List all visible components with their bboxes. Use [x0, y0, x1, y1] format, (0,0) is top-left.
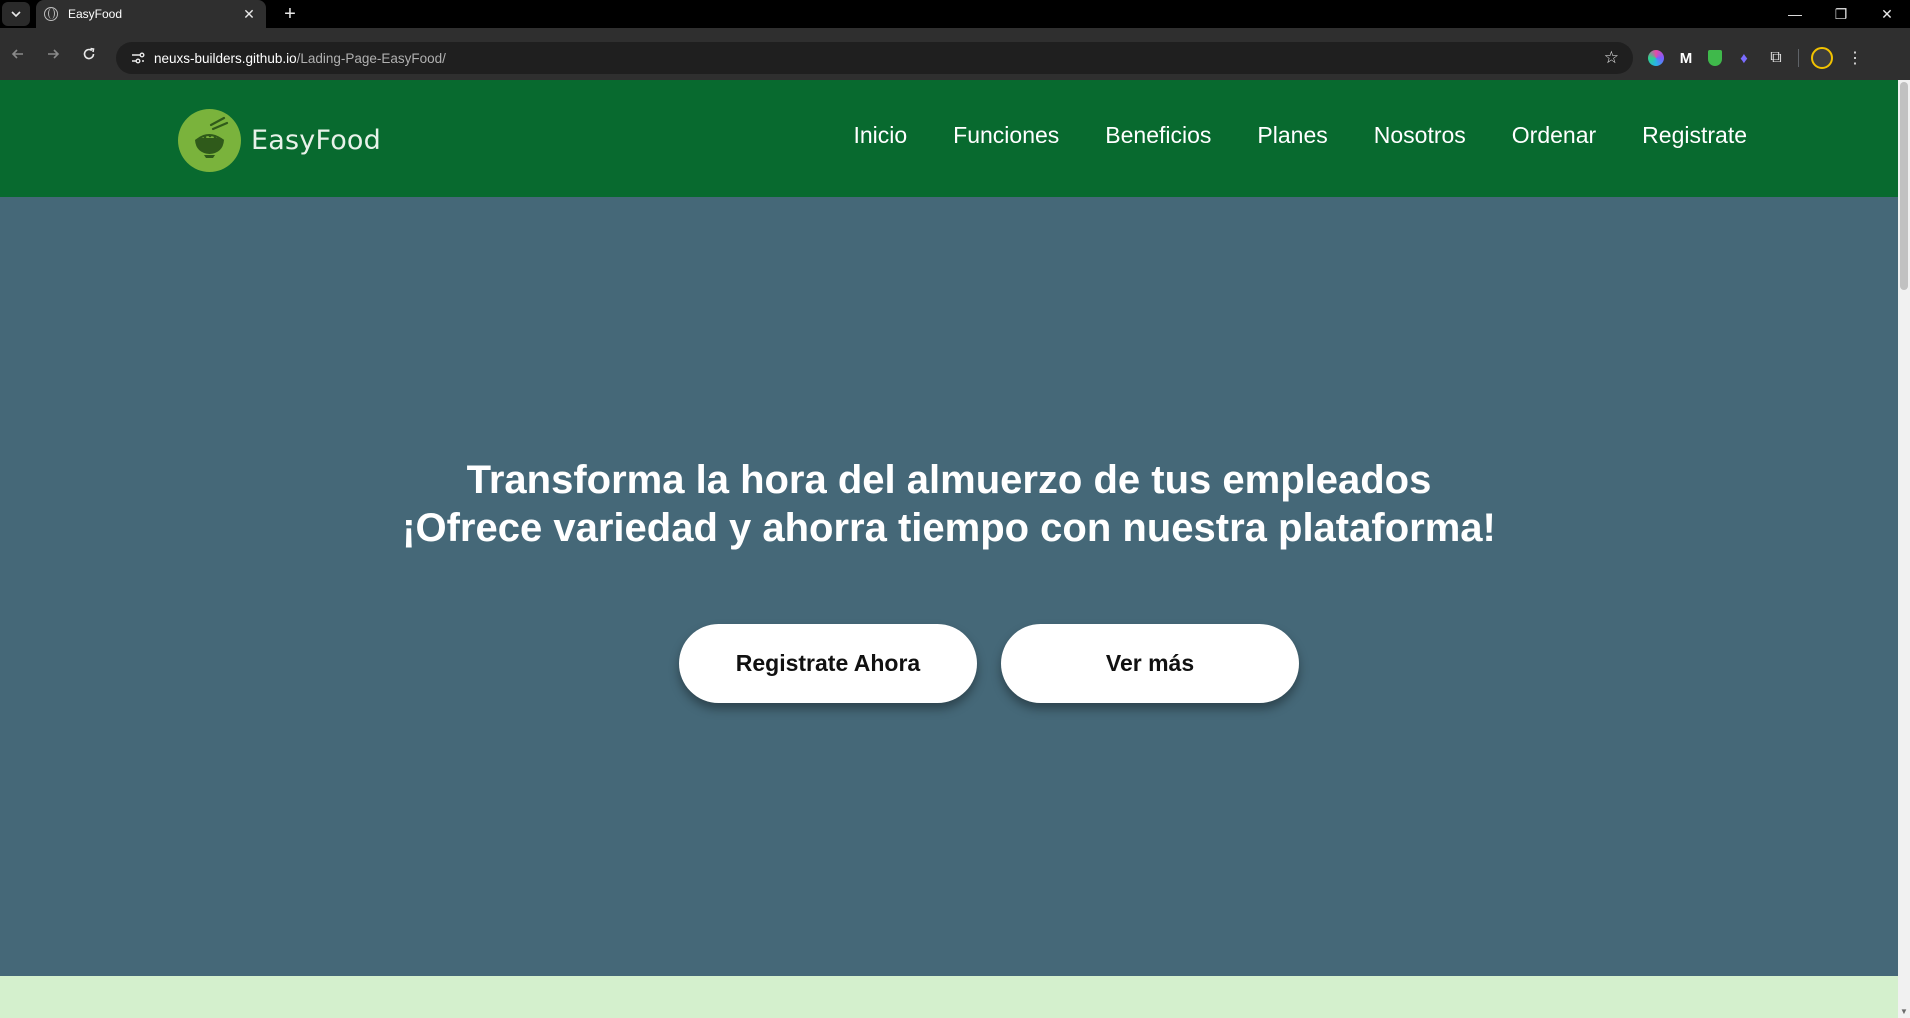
- back-button[interactable]: [6, 42, 30, 66]
- extensions-area: M ♦ ⧉ ⋮: [1648, 44, 1865, 72]
- site-info-icon[interactable]: [122, 42, 154, 74]
- arrow-left-icon: [11, 49, 23, 59]
- extension-shield-icon[interactable]: [1708, 50, 1722, 66]
- brand-logo[interactable]: EasyFood: [178, 109, 381, 172]
- address-bar[interactable]: neuxs-builders.github.io/Lading-Page-Eas…: [116, 42, 1633, 74]
- close-icon[interactable]: ✕: [240, 6, 258, 23]
- extension-colorful-icon[interactable]: [1648, 50, 1664, 66]
- nav-link-beneficios[interactable]: Beneficios: [1105, 120, 1211, 150]
- main-nav: Inicio Funciones Beneficios Planes Nosot…: [807, 120, 1747, 150]
- close-window-button[interactable]: ✕: [1864, 0, 1910, 28]
- reload-icon: [83, 47, 95, 60]
- extension-m-icon[interactable]: M: [1676, 48, 1696, 68]
- minimize-button[interactable]: —: [1772, 0, 1818, 28]
- extension-flame-icon[interactable]: ♦: [1734, 48, 1754, 68]
- tab-strip: EasyFood ✕ + — ❐ ✕: [0, 0, 1910, 28]
- toolbar-divider: [1798, 49, 1799, 67]
- forward-button[interactable]: [41, 42, 65, 66]
- bookmark-star-icon[interactable]: ☆: [1604, 48, 1619, 68]
- arrow-right-icon: [48, 49, 60, 59]
- rice-bowl-icon: [178, 109, 241, 172]
- page-viewport: EasyFood Inicio Funciones Beneficios Pla…: [0, 80, 1898, 1018]
- hero-section: Transforma la hora del almuerzo de tus e…: [0, 197, 1898, 976]
- tab-title: EasyFood: [68, 7, 123, 21]
- tab-easyfood[interactable]: EasyFood ✕: [36, 0, 266, 28]
- nav-link-ordenar[interactable]: Ordenar: [1512, 120, 1596, 150]
- extensions-puzzle-icon[interactable]: ⧉: [1766, 48, 1786, 68]
- nav-link-nosotros[interactable]: Nosotros: [1374, 120, 1466, 150]
- scrollbar-thumb[interactable]: [1900, 82, 1908, 290]
- url-path: /Lading-Page-EasyFood/: [296, 50, 446, 66]
- next-section: [0, 976, 1898, 1018]
- hero-title-line-2: ¡Ofrece variedad y ahorra tiempo con nue…: [402, 506, 1496, 550]
- globe-icon: [44, 7, 58, 21]
- reload-button[interactable]: [77, 42, 101, 66]
- profile-avatar[interactable]: [1811, 47, 1833, 69]
- nav-link-funciones[interactable]: Funciones: [953, 120, 1059, 150]
- brand-name: EasyFood: [251, 125, 381, 156]
- register-now-button[interactable]: Registrate Ahora: [679, 624, 977, 703]
- restore-button[interactable]: ❐: [1818, 0, 1864, 28]
- nav-link-planes[interactable]: Planes: [1257, 120, 1327, 150]
- hero-buttons: Registrate Ahora Ver más: [679, 624, 1299, 703]
- see-more-button[interactable]: Ver más: [1001, 624, 1299, 703]
- scroll-down-arrow-icon[interactable]: ▼: [1900, 1007, 1908, 1016]
- hero-title: Transforma la hora del almuerzo de tus e…: [0, 456, 1898, 552]
- hero-title-line-1: Transforma la hora del almuerzo de tus e…: [466, 458, 1432, 502]
- site-header: EasyFood Inicio Funciones Beneficios Pla…: [0, 80, 1898, 197]
- nav-link-inicio[interactable]: Inicio: [853, 120, 907, 150]
- nav-link-registrate[interactable]: Registrate: [1642, 120, 1747, 150]
- new-tab-button[interactable]: +: [278, 2, 302, 26]
- page-scrollbar[interactable]: ▼: [1898, 80, 1910, 1018]
- tab-search-button[interactable]: [2, 2, 30, 26]
- window-controls: — ❐ ✕: [1772, 0, 1910, 28]
- chevron-down-icon: [11, 11, 21, 18]
- url-host: neuxs-builders.github.io: [154, 50, 297, 66]
- kebab-menu-icon[interactable]: ⋮: [1845, 48, 1865, 68]
